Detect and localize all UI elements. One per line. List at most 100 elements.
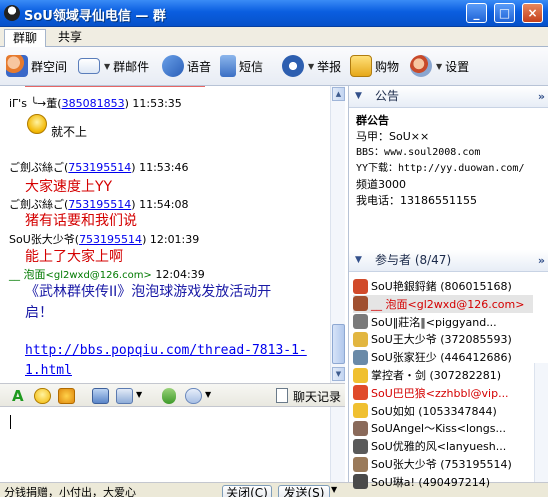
report-button[interactable]: ▼ 举报 [282, 53, 341, 79]
chevron-down-icon[interactable]: ▼ [136, 390, 142, 399]
message-body: 就不上 [51, 125, 88, 139]
chevron-down-icon[interactable]: ▼ [436, 62, 442, 71]
chevron-down-icon[interactable]: ▼ [331, 485, 337, 494]
voice-button[interactable]: 语音 [162, 53, 211, 79]
message-time: 12:01:39 [149, 233, 200, 246]
sender-name: iΓ's ╰→董 [9, 97, 58, 110]
sender-uid-link[interactable]: 753195514 [68, 161, 131, 174]
scroll-down-button[interactable]: ▼ [332, 367, 345, 381]
member-row[interactable]: SoU艳銀鋝鍺 (806015168) [353, 277, 533, 295]
maximize-button[interactable]: □ [494, 3, 515, 23]
history-icon[interactable] [276, 388, 288, 403]
group-mail-button[interactable]: ▼ 群邮件 [78, 53, 149, 79]
marquee-text: 分钱捐赠，小付出，大爱心 [4, 486, 136, 497]
message-header: iΓ's ╰→董(385081853) 11:53:35 [9, 97, 182, 110]
chat-scrollbar[interactable]: ▲ ▼ [330, 86, 345, 383]
members-header[interactable]: ▼ 参与者 (8/47) » [349, 250, 548, 272]
message-header: ご劍ぷ絲ご(753195514) 11:53:46 [9, 161, 189, 174]
input-toolbar: A ▼ ▼ 聊天记录 [0, 383, 345, 407]
chevron-down-icon[interactable]: ▼ [308, 62, 314, 71]
text-caret [10, 415, 11, 429]
shop-button[interactable]: 购物 [350, 53, 399, 79]
grin-emoticon-icon [27, 114, 47, 134]
member-row[interactable]: SoUAngel〜Kiss<longs... [353, 419, 533, 437]
message-time: 11:53:46 [139, 161, 189, 174]
close-window-button[interactable]: × [522, 3, 543, 23]
settings-label: 设置 [445, 59, 470, 74]
message-link[interactable]: 1.html [25, 363, 72, 378]
send-button[interactable]: 发送(S) [278, 485, 330, 497]
notice-line: YY下载：http://yy.duowan.com/ [356, 163, 525, 174]
sender-uid-link[interactable]: 753195514 [79, 233, 142, 246]
message-time: 11:54:08 [139, 198, 189, 211]
emoticon-icon[interactable] [34, 388, 51, 404]
image-icon[interactable] [92, 388, 109, 404]
shopping-bag-icon [350, 55, 372, 77]
member-name: SoU王大少爷 (372085593) [371, 333, 512, 347]
member-row[interactable]: SoU张大少爷 (753195514) [353, 455, 533, 473]
scroll-up-button[interactable]: ▲ [332, 87, 345, 101]
tab-strip: 群聊 共享 [0, 27, 548, 47]
music-note-icon[interactable] [162, 388, 176, 404]
avatar-icon [353, 456, 368, 472]
announcement-header[interactable]: ▼ 公告 » [349, 86, 548, 108]
collapse-arrow-icon[interactable]: ▼ [355, 250, 362, 271]
member-row[interactable]: SoU王大少爷 (372085593) [353, 330, 533, 348]
window-title: SoU领域寻仙电信 — 群 [24, 9, 166, 24]
member-row[interactable]: SoU巴巴狼<zzhbbl@vip... [353, 384, 533, 402]
scroll-thumb[interactable] [332, 324, 345, 364]
voice-label: 语音 [187, 59, 212, 74]
member-name: __ 泡面<gl2wxd@126.com> [371, 297, 525, 311]
chat-bubble-icon[interactable] [185, 388, 202, 404]
member-name: SoU张大少爷 (753195514) [371, 458, 512, 471]
chat-history: iΓ's ╰→董(385081853) 11:53:35 就不上 ご劍ぷ絲ご(7… [0, 86, 345, 383]
sender-name: ご劍ぷ絲ご [9, 161, 64, 174]
minimize-button[interactable]: _ [466, 3, 487, 23]
avatar-icon [353, 403, 368, 419]
input-scrollbar[interactable] [330, 407, 345, 482]
user-settings-icon [410, 55, 432, 77]
message-body: 《武林群侠传II》泡泡球游戏发放活动开 [25, 284, 272, 300]
message-input[interactable] [0, 407, 345, 482]
message-link[interactable]: http://bbs.popqiu.com/thread-7813-1- [25, 343, 307, 358]
member-row[interactable]: SoU琳a! (490497214) [353, 473, 533, 491]
message-header: __ 泡面<gl2wxd@126.com> 12:04:39 [9, 266, 205, 282]
member-row[interactable]: __ 泡面<gl2wxd@126.com> [353, 294, 533, 313]
expand-more-icon[interactable]: » [538, 86, 545, 107]
tab-group-chat[interactable]: 群聊 [4, 29, 47, 47]
member-row[interactable]: SoU‖莊洺‖<piggyand... [353, 313, 533, 331]
members-scrollbar[interactable] [534, 363, 548, 482]
group-space-button[interactable]: 群空间 [6, 53, 67, 79]
font-icon[interactable]: A [12, 388, 29, 404]
tab-share[interactable]: 共享 [50, 29, 90, 47]
member-row[interactable]: SoU如如 (1053347844) [353, 402, 533, 420]
avatar-icon [353, 385, 368, 401]
notice-title: 群公告 [356, 114, 389, 127]
chevron-down-icon[interactable]: ▼ [104, 62, 110, 71]
avatar-icon [353, 314, 368, 330]
mobile-phone-icon [220, 55, 236, 77]
sender-uid-link[interactable]: 385081853 [62, 97, 125, 110]
close-button[interactable]: 关闭(C) [222, 485, 272, 497]
announcement-body: 群公告 马甲：SoU×× BBS：www.soul2008.com YY下载：h… [356, 113, 546, 209]
group-mail-label: 群邮件 [113, 59, 150, 74]
message-body: 猪有话要和我们说 [25, 213, 137, 229]
sms-label: 短信 [239, 59, 264, 74]
screenshot-icon[interactable] [116, 388, 133, 404]
chevron-down-icon[interactable]: ▼ [205, 390, 211, 399]
avatar-icon [353, 420, 368, 436]
collapse-arrow-icon[interactable]: ▼ [355, 86, 362, 107]
chat-history-button[interactable]: 聊天记录 [293, 388, 341, 405]
settings-button[interactable]: ▼ 设置 [410, 53, 469, 79]
avatar-icon [353, 438, 368, 454]
member-name: SoUAngel〜Kiss<longs... [371, 422, 506, 436]
sms-button[interactable]: 短信 [220, 53, 263, 79]
magic-emoticon-icon[interactable] [58, 388, 75, 404]
member-row[interactable]: 掌控者・剑 (307282281) [353, 366, 533, 384]
member-row[interactable]: SoU张家狂少 (446412686) [353, 348, 533, 366]
headset-icon [162, 55, 184, 77]
member-name: SoU如如 (1053347844) [371, 404, 497, 418]
sender-name: SoU张大少爷 [9, 233, 75, 246]
expand-more-icon[interactable]: » [538, 250, 545, 271]
member-row[interactable]: SoU优雅的风<lanyuesh... [353, 437, 533, 455]
